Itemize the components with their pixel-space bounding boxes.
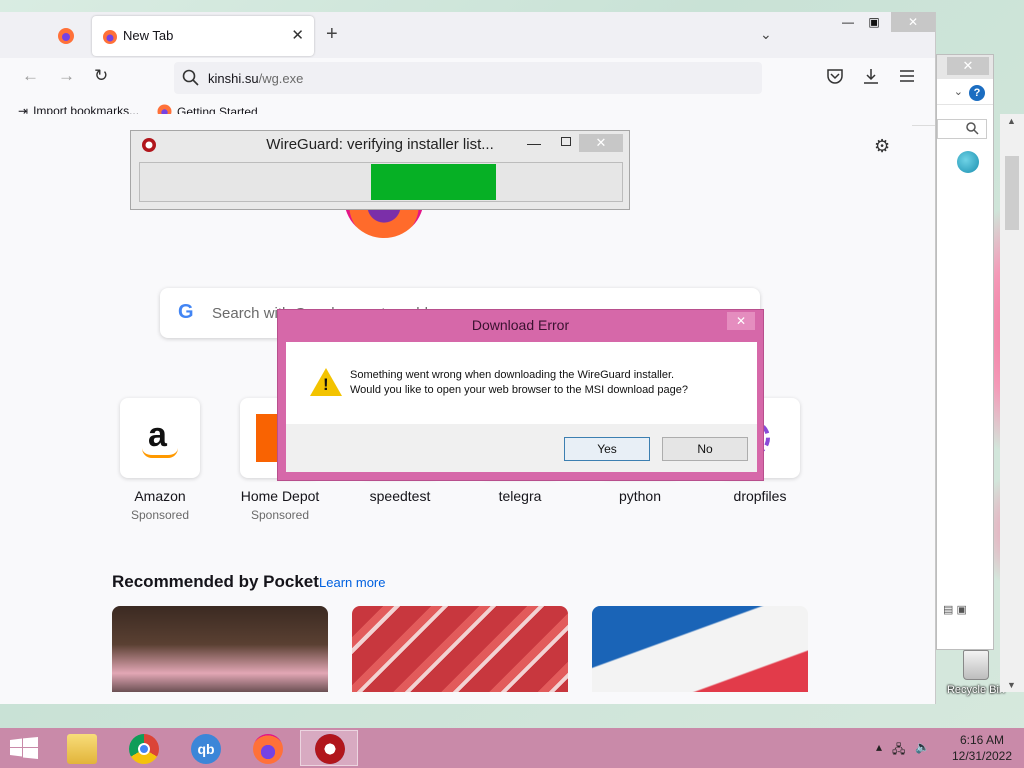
pocket-story-image[interactable] xyxy=(352,606,568,692)
top-site-name: dropfiles xyxy=(733,488,787,504)
system-tray: ▴ 🖧 🔈 xyxy=(876,740,930,761)
top-site-sponsored: Sponsored xyxy=(130,508,190,522)
yes-button[interactable]: Yes xyxy=(564,437,650,461)
wireguard-progress-window: WireGuard: verifying installer list... —… xyxy=(130,130,630,210)
reload-button[interactable]: ↻ xyxy=(94,66,108,86)
scrollbar-thumb[interactable] xyxy=(1005,156,1019,230)
progress-bar xyxy=(139,162,623,202)
firefox-icon xyxy=(58,28,74,44)
url-host: kinshi.su xyxy=(208,71,259,86)
close-icon[interactable]: ✕ xyxy=(291,26,304,44)
top-site-sponsored: Sponsored xyxy=(250,508,310,522)
taskbar-qbittorrent[interactable]: qb xyxy=(176,730,234,766)
chevron-up-icon[interactable]: ▴ xyxy=(876,740,882,761)
close-button[interactable]: ✕ xyxy=(727,312,755,330)
pocket-icon[interactable] xyxy=(826,68,844,84)
background-window-search[interactable] xyxy=(937,119,987,139)
forward-button[interactable]: → xyxy=(58,66,75,86)
top-site-name: python xyxy=(618,488,662,504)
nav-toolbar: ← → ↻ kinshi.su/wg.exe xyxy=(0,58,935,98)
tab-strip: New Tab ✕ + ⌄ — ▣ ✕ xyxy=(0,12,935,58)
progress-bar-fill xyxy=(371,164,496,200)
maximize-button[interactable]: ▣ xyxy=(861,12,887,32)
taskbar-chrome[interactable] xyxy=(114,730,172,766)
downloads-icon[interactable] xyxy=(862,68,880,84)
url-bar[interactable]: kinshi.su/wg.exe xyxy=(174,62,762,94)
desktop-recycle-bin[interactable]: Recycle Bin xyxy=(944,650,1008,696)
warning-icon: ! xyxy=(310,368,342,396)
top-site-name: speedtest xyxy=(369,488,431,504)
top-site-name: Amazon xyxy=(134,488,186,504)
firefox-icon xyxy=(103,30,117,44)
top-site-amazon[interactable]: a Amazon Sponsored xyxy=(100,398,220,522)
pinned-tab[interactable] xyxy=(44,24,88,48)
wireguard-icon xyxy=(315,734,345,764)
dialog-message: Something went wrong when downloading th… xyxy=(350,368,688,398)
pocket-learn-more-link[interactable]: Learn more xyxy=(319,575,385,590)
top-site-card[interactable]: a xyxy=(120,398,200,478)
globe-icon[interactable] xyxy=(957,151,979,173)
url-path: /wg.exe xyxy=(258,71,304,86)
qbittorrent-icon: qb xyxy=(191,734,221,764)
maximize-button[interactable] xyxy=(561,137,571,146)
taskbar-clock[interactable]: 6:16 AM 12/31/2022 xyxy=(950,732,1014,764)
google-icon: G xyxy=(178,301,194,323)
menu-icon[interactable] xyxy=(898,68,916,84)
back-button[interactable]: ← xyxy=(22,66,39,86)
recycle-bin-label: Recycle Bin xyxy=(946,684,1006,696)
network-icon[interactable]: 🖧 xyxy=(892,740,905,761)
chevron-down-icon[interactable]: ⌄ xyxy=(954,85,963,98)
pocket-story-image[interactable] xyxy=(592,606,808,692)
chrome-icon xyxy=(129,734,159,764)
dialog-title: Download Error xyxy=(471,317,570,333)
gear-icon[interactable]: ⚙ xyxy=(874,136,890,157)
new-tab-button[interactable]: + xyxy=(326,23,338,46)
wireguard-title: WireGuard: verifying installer list... xyxy=(266,136,494,153)
dialog-body: ! Something went wrong when downloading … xyxy=(286,342,757,424)
windows-start-icon[interactable] xyxy=(10,737,38,759)
window-controls: — ▣ ✕ xyxy=(835,12,935,32)
pocket-heading: Recommended by Pocket xyxy=(112,572,319,591)
scroll-up-icon[interactable]: ▲ xyxy=(1007,116,1016,126)
dialog-footer: Yes No xyxy=(286,424,757,472)
top-site-name: Home Depot xyxy=(240,488,320,504)
minimize-button[interactable]: — xyxy=(835,12,861,32)
minimize-button[interactable]: — xyxy=(527,135,541,151)
page-scrollbar[interactable]: ▲ ▼ xyxy=(1000,114,1024,692)
clock-date: 12/31/2022 xyxy=(951,749,1013,763)
top-site-name: telegra xyxy=(498,488,542,504)
taskbar-file-explorer[interactable] xyxy=(52,730,110,766)
file-explorer-icon xyxy=(67,734,97,764)
search-icon xyxy=(966,122,979,135)
background-window-ribbon: ⌄ ? xyxy=(937,79,993,105)
background-window-titlebar[interactable]: ✕ xyxy=(937,55,993,79)
volume-icon[interactable]: 🔈 xyxy=(915,740,930,761)
amazon-smile xyxy=(142,448,178,458)
scroll-down-icon[interactable]: ▼ xyxy=(1007,680,1016,690)
dialog-message-line: Something went wrong when downloading th… xyxy=(350,369,675,381)
url-text: kinshi.su/wg.exe xyxy=(208,71,303,86)
chevron-down-icon[interactable]: ⌄ xyxy=(760,26,772,43)
pocket-story-image[interactable] xyxy=(112,606,328,692)
help-icon[interactable]: ? xyxy=(969,85,985,101)
recycle-bin-icon xyxy=(963,650,989,680)
clock-time: 6:16 AM xyxy=(959,733,1005,747)
no-button[interactable]: No xyxy=(662,437,748,461)
taskbar-wireguard[interactable] xyxy=(300,730,358,766)
tab-new-tab[interactable]: New Tab ✕ xyxy=(92,16,314,56)
dialog-message-line: Would you like to open your web browser … xyxy=(350,384,688,396)
background-window[interactable]: ✕ ⌄ ? ▤ ▣ xyxy=(936,54,994,650)
search-icon xyxy=(182,69,199,86)
close-icon[interactable]: ✕ xyxy=(947,57,989,75)
tab-label: New Tab xyxy=(123,28,174,43)
close-button[interactable]: ✕ xyxy=(579,134,623,152)
close-button[interactable]: ✕ xyxy=(891,12,935,32)
taskbar-firefox[interactable] xyxy=(238,730,296,766)
firefox-icon xyxy=(253,734,283,764)
taskbar: qb ▴ 🖧 🔈 6:16 AM 12/31/2022 xyxy=(0,728,1024,768)
download-error-dialog: Download Error ✕ ! Something went wrong … xyxy=(277,309,764,481)
view-icons[interactable]: ▤ ▣ xyxy=(943,603,967,616)
